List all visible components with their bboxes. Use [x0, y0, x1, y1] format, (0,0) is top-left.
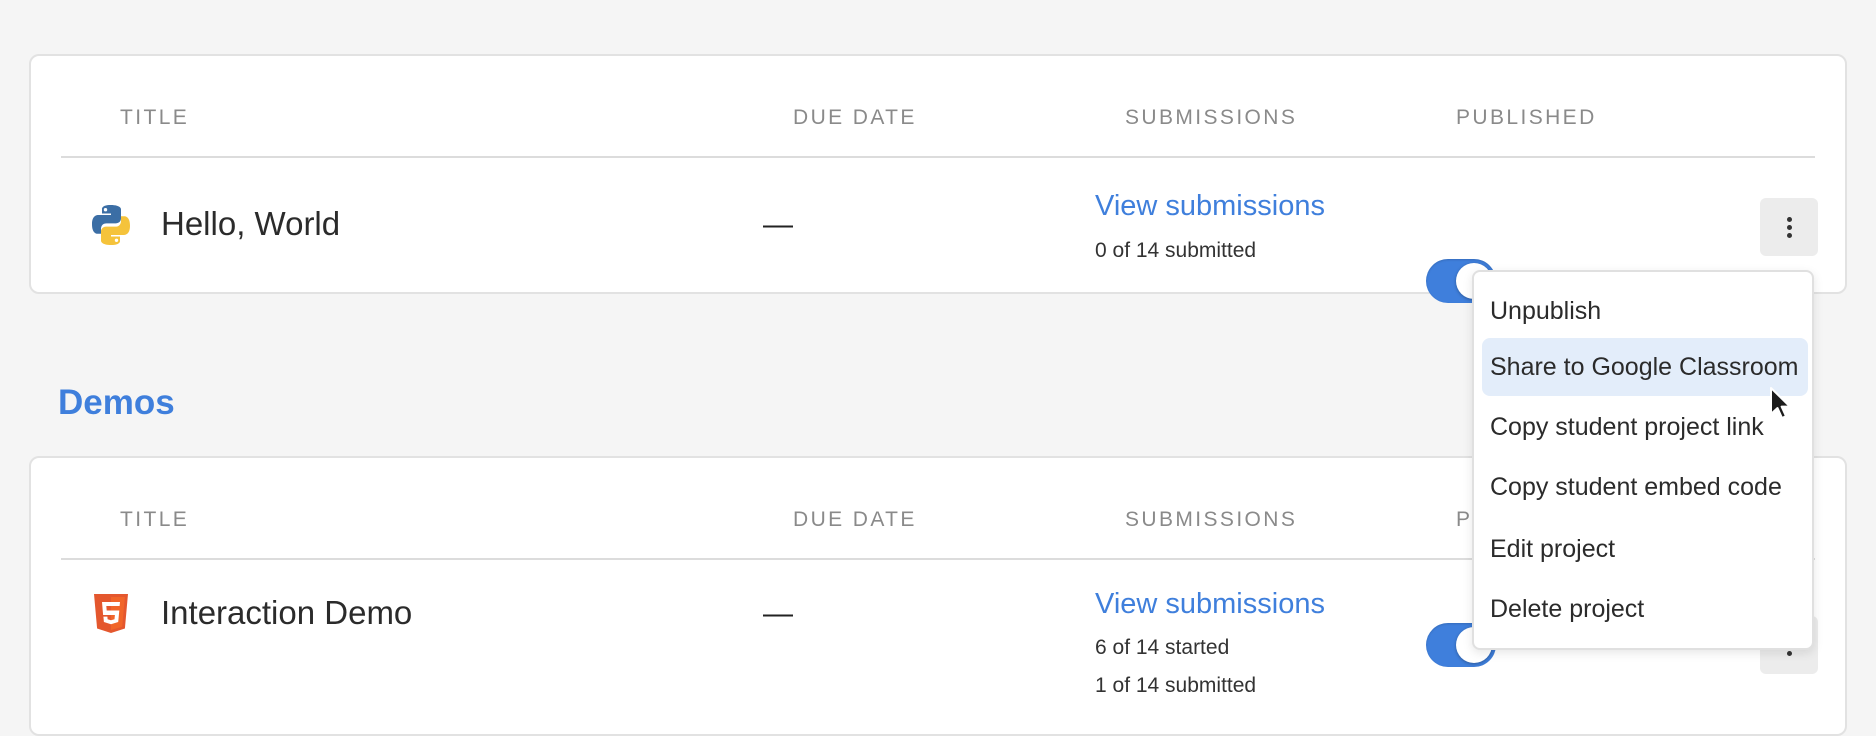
- project-actions-menu: Unpublish Share to Google Classroom Copy…: [1472, 270, 1814, 650]
- started-count: 6 of 14 started: [1095, 636, 1230, 659]
- due-date-value: —: [763, 597, 793, 630]
- mouse-pointer-icon: [1770, 387, 1791, 419]
- more-options-button[interactable]: [1760, 198, 1818, 256]
- html5-icon: [94, 594, 128, 633]
- view-submissions-link[interactable]: View submissions: [1095, 588, 1325, 621]
- python-icon: [92, 205, 130, 245]
- menu-item-edit-project[interactable]: Edit project: [1482, 520, 1808, 578]
- section-title-demos[interactable]: Demos: [58, 383, 175, 423]
- column-header-submissions: SUBMISSIONS: [1125, 106, 1298, 129]
- project-title[interactable]: Interaction Demo: [161, 594, 412, 632]
- project-title[interactable]: Hello, World: [161, 205, 340, 243]
- menu-item-share-google-classroom[interactable]: Share to Google Classroom: [1482, 338, 1808, 396]
- column-header-title: TITLE: [120, 508, 190, 531]
- column-header-submissions: SUBMISSIONS: [1125, 508, 1298, 531]
- submitted-count: 1 of 14 submitted: [1095, 674, 1257, 697]
- menu-item-copy-embed-code[interactable]: Copy student embed code: [1482, 458, 1808, 516]
- kebab-dot: [1786, 216, 1792, 222]
- kebab-dot: [1786, 232, 1792, 238]
- due-date-value: —: [763, 208, 793, 241]
- column-header-due-date: DUE DATE: [793, 106, 917, 129]
- view-submissions-link[interactable]: View submissions: [1095, 190, 1325, 223]
- submitted-count: 0 of 14 submitted: [1095, 239, 1257, 262]
- projects-table-card: TITLE DUE DATE SUBMISSIONS PUBLISHED Hel…: [29, 54, 1847, 303]
- kebab-dot: [1786, 224, 1792, 230]
- column-header-due-date: DUE DATE: [793, 508, 917, 531]
- menu-item-delete-project[interactable]: Delete project: [1482, 580, 1808, 638]
- column-header-title: TITLE: [120, 106, 190, 129]
- column-header-published: PUBLISHED: [1456, 106, 1597, 129]
- menu-item-unpublish[interactable]: Unpublish: [1482, 282, 1808, 340]
- table-header: TITLE DUE DATE SUBMISSIONS PUBLISHED: [61, 56, 1815, 158]
- kebab-dot: [1786, 650, 1792, 656]
- menu-item-copy-student-link[interactable]: Copy student project link: [1482, 398, 1808, 456]
